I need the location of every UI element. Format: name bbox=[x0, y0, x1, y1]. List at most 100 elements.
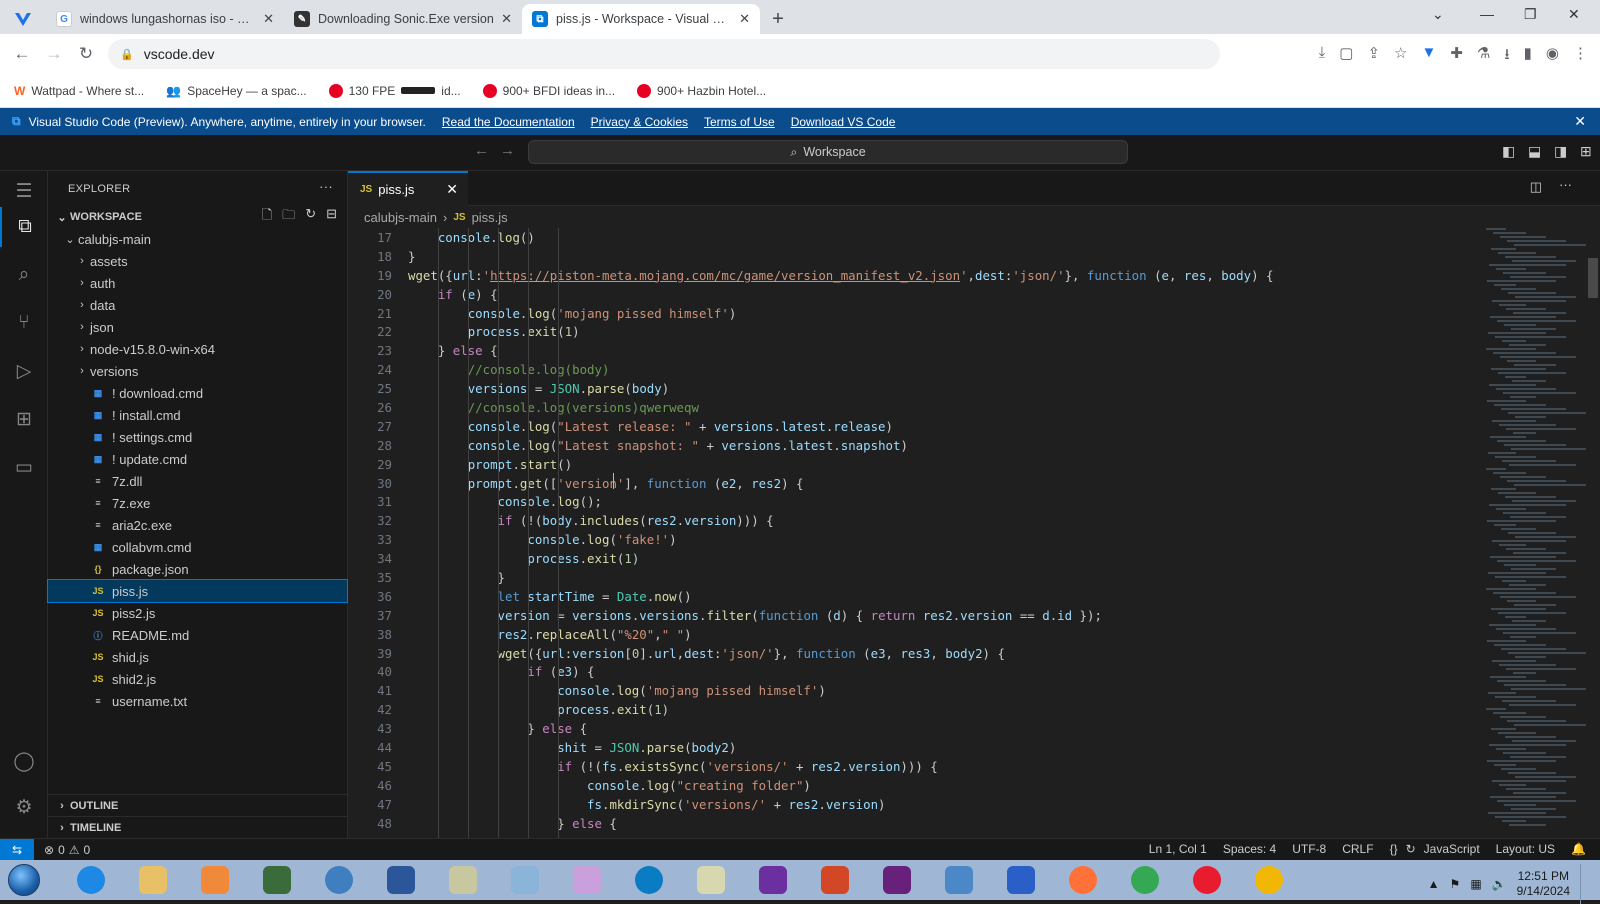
terms-link[interactable]: Terms of Use bbox=[704, 115, 775, 129]
language-mode[interactable]: {} ↻ JavaScript bbox=[1390, 842, 1480, 856]
close-tab-icon[interactable]: ✕ bbox=[501, 11, 512, 27]
taskbar-app[interactable] bbox=[1178, 861, 1236, 899]
taskbar-app[interactable] bbox=[992, 861, 1050, 899]
refresh-icon[interactable]: ↻ bbox=[305, 206, 316, 228]
taskbar-app[interactable] bbox=[186, 861, 244, 899]
close-tab-icon[interactable]: ✕ bbox=[263, 11, 274, 27]
tree-file[interactable]: ≡ 7z.dll bbox=[48, 470, 347, 492]
menu-icon[interactable]: ☰ bbox=[0, 171, 48, 211]
breadcrumb-file[interactable]: piss.js bbox=[472, 210, 508, 225]
tree-file[interactable]: ▦ collabvm.cmd bbox=[48, 536, 347, 558]
bookmark-pinterest-3[interactable]: 900+ Hazbin Hotel... bbox=[637, 83, 766, 98]
timeline-section[interactable]: › TIMELINE bbox=[48, 816, 348, 838]
star-icon[interactable]: ☆ bbox=[1394, 44, 1407, 69]
close-tab-icon[interactable]: ✕ bbox=[446, 181, 458, 198]
bookmark-pinterest-1[interactable]: 130 FPE id... bbox=[328, 83, 461, 98]
tree-file[interactable]: ▦ ! install.cmd bbox=[48, 404, 347, 426]
browser-tab-2[interactable]: ✎ Downloading Sonic.Exe version ✕ bbox=[284, 4, 522, 34]
taskbar-app[interactable] bbox=[682, 861, 740, 899]
taskbar-app[interactable] bbox=[1116, 861, 1174, 899]
more-actions-icon[interactable]: ··· bbox=[319, 179, 333, 194]
cursor-position[interactable]: Ln 1, Col 1 bbox=[1149, 842, 1207, 856]
forward-icon[interactable]: → bbox=[500, 142, 515, 159]
volume-muted-icon[interactable]: 🔈 bbox=[1492, 877, 1507, 891]
taskbar-app[interactable] bbox=[744, 861, 802, 899]
taskbar-app[interactable] bbox=[620, 861, 678, 899]
url-field[interactable]: 🔒 vscode.dev bbox=[108, 39, 1220, 69]
tree-folder[interactable]: › json bbox=[48, 316, 347, 338]
new-file-icon[interactable]: 🗋 bbox=[262, 206, 272, 228]
indentation[interactable]: Spaces: 4 bbox=[1223, 842, 1276, 856]
new-folder-icon[interactable]: 🗀 bbox=[282, 206, 295, 228]
notifications-bell-icon[interactable]: 🔔 bbox=[1571, 842, 1586, 856]
page-icon[interactable]: ▢ bbox=[1339, 44, 1353, 69]
taskbar-app[interactable] bbox=[1054, 861, 1112, 899]
tree-folder[interactable]: › node-v15.8.0-win-x64 bbox=[48, 338, 347, 360]
editor-scrollbar[interactable] bbox=[1586, 228, 1600, 838]
command-center[interactable]: ⌕ Workspace bbox=[528, 140, 1128, 164]
tree-folder[interactable]: › assets bbox=[48, 250, 347, 272]
taskbar-app[interactable] bbox=[1240, 861, 1298, 899]
browser-tab-1[interactable]: G windows lungashornas iso - Goo ✕ bbox=[46, 4, 284, 34]
tree-file[interactable]: JS shid2.js bbox=[48, 668, 347, 690]
tree-folder[interactable]: › auth bbox=[48, 272, 347, 294]
taskbar-app[interactable] bbox=[806, 861, 864, 899]
network-icon[interactable]: ▦ bbox=[1470, 877, 1481, 891]
back-icon[interactable]: ← bbox=[474, 142, 489, 159]
bookmark-pinterest-2[interactable]: 900+ BFDI ideas in... bbox=[482, 83, 615, 98]
workspace-section-header[interactable]: ⌄ WORKSPACE 🗋 🗀 ↻ ⊟ bbox=[48, 206, 347, 228]
remote-explorer-icon[interactable]: ▭ bbox=[0, 447, 48, 487]
tree-file[interactable]: ▦ ! settings.cmd bbox=[48, 426, 347, 448]
tree-folder[interactable]: › versions bbox=[48, 360, 347, 382]
problems-indicator[interactable]: ⊗ 0 ⚠ 0 bbox=[44, 843, 90, 857]
back-icon[interactable]: ← bbox=[6, 44, 38, 64]
explorer-icon[interactable]: ⧉ bbox=[0, 207, 48, 247]
close-tab-icon[interactable]: ✕ bbox=[739, 11, 750, 27]
split-editor-icon[interactable]: ◫ bbox=[1530, 179, 1542, 195]
vivaldi-extension-icon[interactable]: ▼ bbox=[1421, 44, 1436, 69]
editor-tab-piss-js[interactable]: JS piss.js ✕ bbox=[348, 171, 468, 206]
accounts-icon[interactable]: ◯ bbox=[0, 741, 48, 781]
taskbar-app[interactable] bbox=[248, 861, 306, 899]
menu-icon[interactable]: ⋮ bbox=[1573, 44, 1588, 69]
sidebar-icon[interactable]: ▮ bbox=[1524, 44, 1532, 69]
settings-gear-icon[interactable]: ⚙ bbox=[0, 787, 48, 827]
browser-tab-3[interactable]: ⧉ piss.js - Workspace - Visual Stud ✕ bbox=[522, 4, 760, 34]
tree-file[interactable]: ⓘ README.md bbox=[48, 624, 347, 646]
show-hidden-icons-icon[interactable]: ▲ bbox=[1428, 877, 1440, 891]
tree-file[interactable]: {} package.json bbox=[48, 558, 347, 580]
flag-icon[interactable]: ⚑ bbox=[1450, 877, 1461, 891]
minimap[interactable] bbox=[1480, 228, 1600, 838]
profile-icon[interactable]: ◉ bbox=[1546, 44, 1559, 69]
install-icon[interactable]: ⤓ bbox=[1319, 44, 1326, 69]
tree-file[interactable]: ≡ username.txt bbox=[48, 690, 347, 712]
taskbar-app[interactable] bbox=[496, 861, 554, 899]
toggle-sidebar-icon[interactable]: ◧ bbox=[1502, 143, 1515, 160]
end-of-line[interactable]: CRLF bbox=[1342, 842, 1373, 856]
outline-section[interactable]: › OUTLINE bbox=[48, 794, 348, 816]
show-desktop-button[interactable] bbox=[1580, 864, 1590, 904]
tree-file[interactable]: ▦ ! download.cmd bbox=[48, 382, 347, 404]
toggle-panel-icon[interactable]: ⬓ bbox=[1528, 143, 1541, 160]
docs-link[interactable]: Read the Documentation bbox=[442, 115, 575, 129]
privacy-link[interactable]: Privacy & Cookies bbox=[591, 115, 688, 129]
tree-file[interactable]: JS piss2.js bbox=[48, 602, 347, 624]
tree-file[interactable]: ≡ 7z.exe bbox=[48, 492, 347, 514]
start-button[interactable] bbox=[0, 860, 48, 900]
taskbar-app[interactable] bbox=[558, 861, 616, 899]
taskbar-app[interactable] bbox=[372, 861, 430, 899]
collapse-all-icon[interactable]: ⊟ bbox=[326, 206, 337, 228]
customize-layout-icon[interactable]: ⊞ bbox=[1580, 143, 1592, 160]
run-debug-icon[interactable]: ▷ bbox=[0, 351, 48, 391]
taskbar-app[interactable] bbox=[930, 861, 988, 899]
search-icon[interactable]: ⌕ bbox=[0, 255, 48, 295]
download-icon[interactable]: ⭳ bbox=[1504, 44, 1509, 69]
breadcrumb-folder[interactable]: calubjs-main bbox=[364, 210, 437, 225]
close-banner-icon[interactable]: ✕ bbox=[1574, 113, 1586, 130]
source-control-icon[interactable]: ⑂ bbox=[0, 303, 48, 343]
download-link[interactable]: Download VS Code bbox=[791, 115, 896, 129]
bookmark-spacehey[interactable]: 👥 SpaceHey — a spac... bbox=[166, 84, 306, 98]
minimize-button[interactable]: — bbox=[1480, 6, 1494, 22]
reload-icon[interactable]: ↻ bbox=[70, 44, 102, 64]
encoding[interactable]: UTF-8 bbox=[1292, 842, 1326, 856]
